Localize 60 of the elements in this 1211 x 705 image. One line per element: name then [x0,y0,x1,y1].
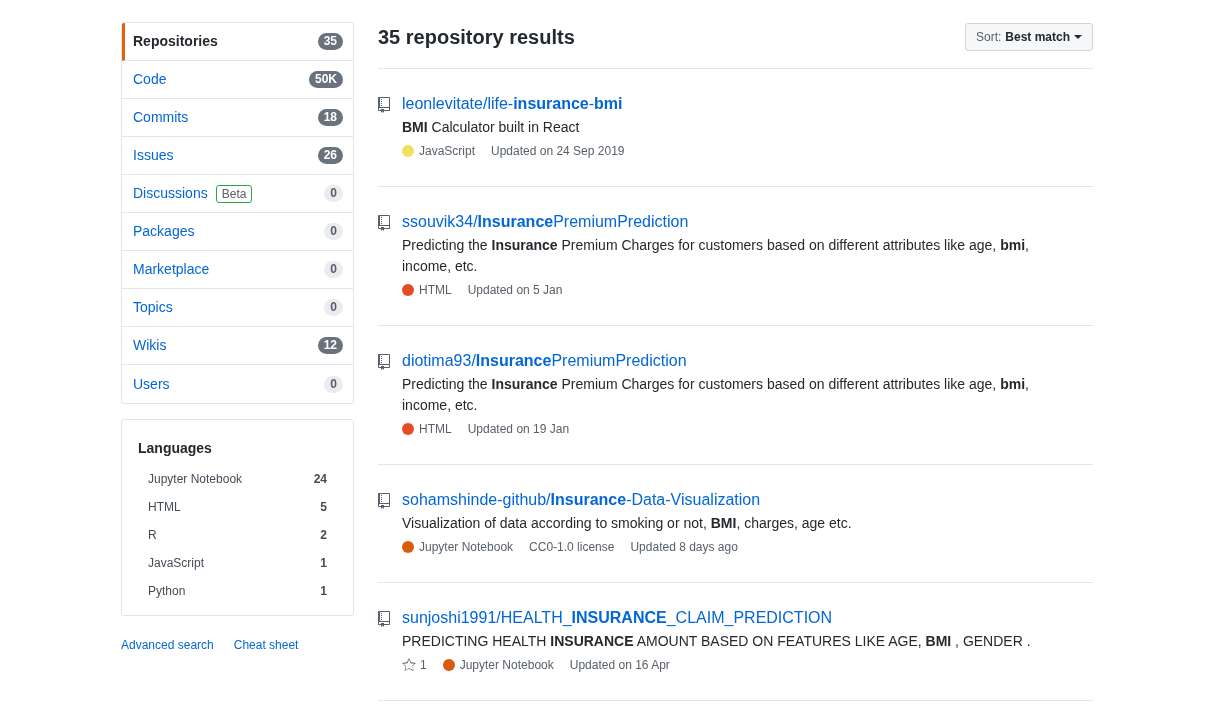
repo-description: Visualization of data according to smoking or not, BMI, charges, age etc. [402,514,853,533]
nav-item[interactable]: Discussions Beta 0 [122,175,353,213]
updated-time: Updated on 16 Apr [569,657,670,674]
nav-item[interactable]: Topics 0 [122,289,353,327]
caret-icon [1074,35,1082,39]
counter: 0 [324,299,343,316]
repo-icon [378,215,390,231]
repo-language: JavaScript [419,143,476,160]
repo-icon [378,493,390,509]
nav-item[interactable]: Wikis 12 [122,327,353,365]
repo-link[interactable]: ssouvik34/InsurancePremiumPrediction [402,213,689,230]
star-icon [402,657,416,673]
updated-time: Updated on 5 Jan [467,282,563,299]
nav-item[interactable]: Code 50K [122,61,353,99]
repo-link[interactable]: sohamshinde-github/Insurance-Data-Visualization [402,491,761,508]
repo-description: PREDICTING HEALTH INSURANCE AMOUNT BASED ON FEATURES LIKE AGE, BMI , GENDER . [402,632,1032,651]
repo-icon [378,354,390,370]
sort-dropdown[interactable]: Sort: Best match [964,23,1093,51]
nav-item[interactable]: Users 0 [122,365,353,403]
language-filter[interactable]: JavaScript 1 [138,549,337,577]
languages-title: Languages [138,439,213,458]
nav-item[interactable]: Repositories 35 [122,23,353,61]
counter: 12 [317,337,343,354]
repo-language: Jupyter Notebook [459,657,554,674]
counter: 0 [324,223,343,240]
counter: 0 [324,261,343,278]
counter: 18 [317,109,343,126]
repo-description: Predicting the Insurance Premium Charges for customers based on different attributes like age, bmi, income, etc. [402,375,1030,415]
counter: 35 [317,33,343,50]
updated-time: Updated on 24 Sep 2019 [491,143,625,160]
repo-language: HTML [419,282,452,299]
nav-item[interactable]: Marketplace 0 [122,251,353,289]
repo-language: Jupyter Notebook [419,539,514,556]
language-filter[interactable]: Python 1 [138,577,337,605]
star-count: 1 [420,657,427,674]
counter: 0 [324,185,343,202]
repo-description: Predicting the Insurance Premium Charges for customers based on different attributes like age, bmi, income, etc. [402,236,1030,276]
repo-link[interactable]: sunjoshi1991/HEALTH_INSURANCE_CLAIM_PREDICTION [402,609,833,626]
repo-license: CC0-1.0 license [529,539,615,556]
repo-icon [378,97,390,113]
counter: 26 [317,147,343,164]
results-heading: 35 repository results [378,25,575,50]
language-filter[interactable]: R 2 [138,521,337,549]
updated-time: Updated on 19 Jan [467,421,570,438]
repo-language: HTML [419,421,452,438]
repo-icon [378,611,390,627]
repo-link[interactable]: diotima93/InsurancePremiumPrediction [402,352,687,369]
language-filter[interactable]: Jupyter Notebook 24 [138,465,337,493]
nav-item[interactable]: Issues 26 [122,137,353,175]
counter: 0 [324,375,343,393]
nav-item[interactable]: Packages 0 [122,213,353,251]
footer-link[interactable]: Cheat sheet [233,636,299,654]
language-filter[interactable]: HTML 5 [138,493,337,521]
repo-description: BMI Calculator built in React [402,118,581,137]
nav-item[interactable]: Commits 18 [122,99,353,137]
counter: 50K [309,71,343,88]
beta-label: Beta [215,184,253,203]
footer-link[interactable]: Advanced search [121,636,214,654]
updated-time: Updated 8 days ago [630,539,738,556]
repo-link[interactable]: leonlevitate/life-insurance-bmi [402,95,623,112]
